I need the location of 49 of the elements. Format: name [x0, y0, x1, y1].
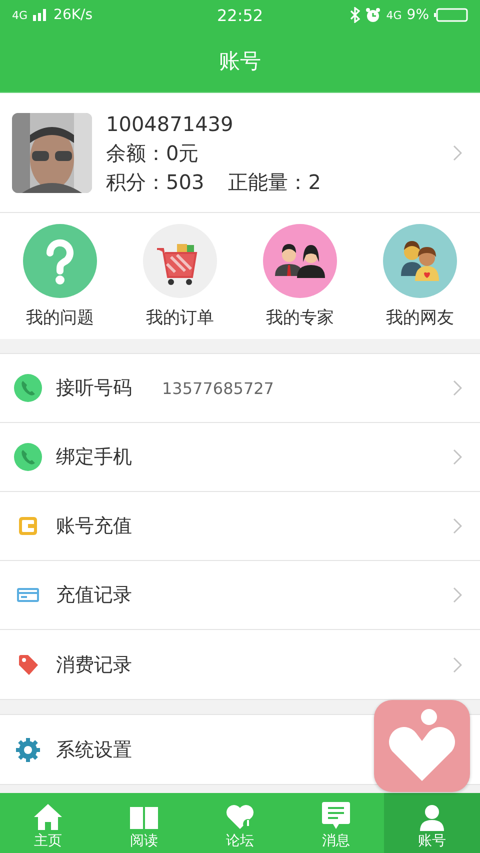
points-text: 积分：503 [106, 168, 204, 194]
shortcut-item[interactable]: 我的网友 [360, 224, 480, 328]
wallet-icon [16, 514, 40, 538]
profile-card[interactable]: 1004871439 余额：0元 积分：503 正能量：2 [0, 93, 480, 213]
home-icon [33, 803, 63, 831]
message-icon [321, 801, 351, 831]
clock-time: 22:52 [216, 6, 264, 24]
menu-row[interactable]: 消费记录 [0, 630, 480, 699]
chevron-icon [453, 518, 462, 534]
network-type: 4G [386, 8, 402, 22]
hearts-icon [224, 803, 256, 831]
chevron-icon [453, 656, 462, 672]
heart-person-icon [387, 706, 457, 782]
card-icon [16, 585, 40, 605]
energy-text: 正能量：2 [228, 168, 321, 194]
tag-icon [16, 652, 40, 676]
person-icon [418, 803, 446, 831]
chevron-icon [453, 380, 462, 396]
floating-heart-button[interactable] [374, 700, 470, 792]
alarm-icon [365, 7, 382, 23]
user-id: 1004871439 [106, 110, 234, 136]
shortcut-item[interactable]: 我的订单 [120, 224, 240, 328]
balance-text: 余额：0元 [106, 140, 200, 166]
chevron-icon [453, 587, 462, 603]
battery-percent: 9% [406, 7, 430, 23]
bluetooth-icon [350, 7, 360, 23]
shortcut-item[interactable]: 我的专家 [240, 224, 360, 328]
menu-row[interactable]: 系统设置 [0, 715, 480, 784]
battery-icon [434, 8, 468, 22]
friends-icon [383, 224, 457, 298]
network-speed: 26K/s [54, 7, 93, 23]
chevron-icon [453, 449, 462, 465]
phone-number: 13577685727 [162, 378, 275, 398]
menu-row[interactable]: 账号充值 [0, 492, 480, 561]
network-type: 4G [12, 8, 28, 22]
phone-icon [14, 443, 42, 471]
menu-row[interactable]: 充值记录 [0, 561, 480, 630]
book-icon [129, 805, 159, 831]
menu-row[interactable]: 绑定手机 [0, 423, 480, 492]
page-title: 账号 [219, 48, 261, 75]
shortcut-item[interactable]: 我的问题 [0, 224, 120, 328]
settings-icon [15, 736, 41, 762]
shopping-cart-icon [143, 224, 217, 298]
menu-row[interactable]: 接听号码 13577685727 [0, 354, 480, 423]
signal-icon [32, 9, 49, 21]
chevron-icon [453, 144, 462, 160]
question-icon [23, 224, 97, 298]
people-icon [263, 224, 337, 298]
phone-icon [14, 374, 42, 402]
